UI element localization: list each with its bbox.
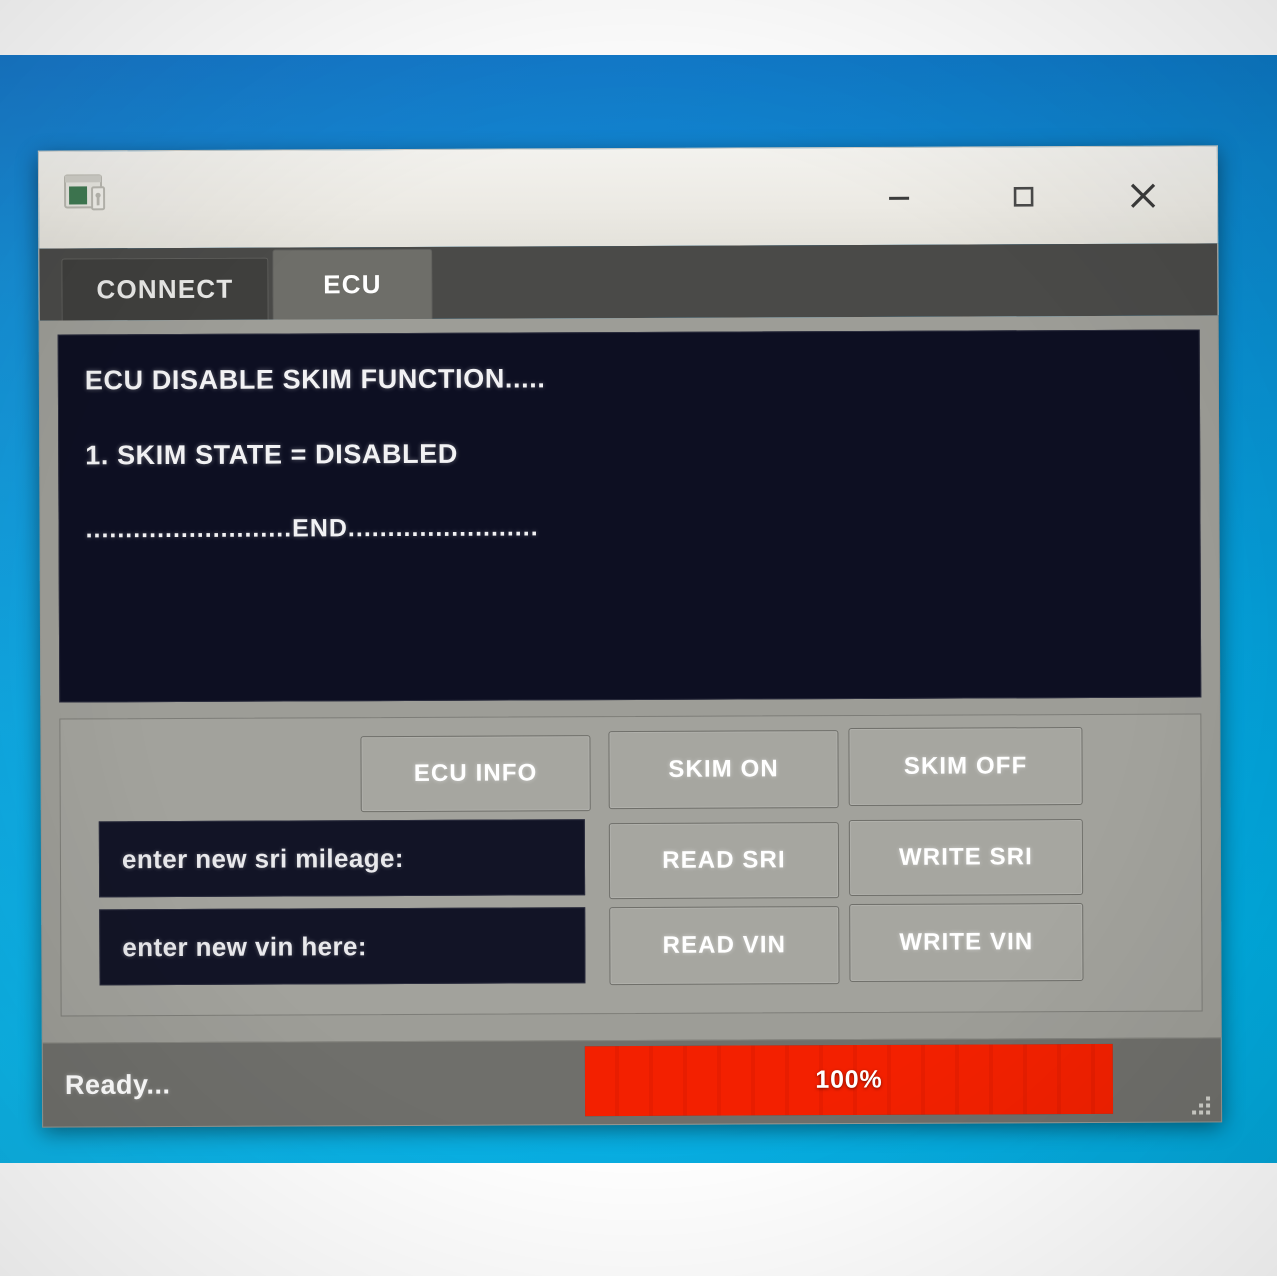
write-vin-button[interactable]: WRITE VIN: [849, 903, 1084, 983]
progress-bar-label: 100%: [815, 1065, 883, 1094]
write-vin-label: WRITE VIN: [899, 928, 1034, 956]
ecu-info-button[interactable]: ECU INFO: [360, 735, 591, 813]
maximize-icon: [1013, 186, 1034, 207]
sri-mileage-input[interactable]: enter new sri mileage:: [98, 819, 586, 898]
vin-input-value: enter new vin here:: [122, 930, 367, 962]
skim-off-button[interactable]: SKIM OFF: [848, 727, 1083, 807]
status-text: Ready...: [64, 1069, 171, 1100]
app-window-icon: [63, 173, 113, 215]
minimize-button[interactable]: [847, 148, 951, 245]
close-button[interactable]: [1091, 147, 1195, 244]
skim-on-label: SKIM ON: [668, 755, 779, 783]
tab-connect[interactable]: CONNECT: [61, 257, 269, 321]
screenshot-root: CONNECT ECU ECU DISABLE SKIM FUNCTION...…: [0, 0, 1277, 1276]
progress-bar: 100%: [584, 1043, 1114, 1117]
sri-mileage-input-value: enter new sri mileage:: [121, 842, 404, 874]
maximize-button[interactable]: [971, 147, 1075, 244]
ecu-info-label: ECU INFO: [413, 759, 538, 787]
window-titlebar[interactable]: [37, 145, 1219, 249]
console-line-title: ECU DISABLE SKIM FUNCTION.....: [84, 363, 546, 396]
status-bar: Ready... 100%: [42, 1037, 1222, 1127]
tab-ecu[interactable]: ECU: [272, 248, 433, 320]
read-vin-button[interactable]: READ VIN: [609, 906, 840, 986]
console-output: ECU DISABLE SKIM FUNCTION..... 1. SKIM S…: [57, 329, 1202, 703]
skim-off-label: SKIM OFF: [903, 752, 1028, 780]
control-panel-group: ECU INFO SKIM ON SKIM OFF READ SRI WRITE…: [59, 713, 1203, 1017]
resize-grip-icon[interactable]: [1187, 1093, 1213, 1115]
skim-on-button[interactable]: SKIM ON: [608, 730, 839, 810]
read-sri-label: READ SRI: [662, 846, 786, 874]
read-sri-button[interactable]: READ SRI: [608, 822, 840, 900]
window-body: ECU DISABLE SKIM FUNCTION..... 1. SKIM S…: [38, 315, 1223, 1128]
minimize-icon: [889, 196, 910, 200]
tab-strip: CONNECT ECU: [38, 243, 1219, 321]
tab-connect-label: CONNECT: [96, 273, 234, 305]
write-sri-label: WRITE SRI: [898, 843, 1033, 871]
console-line-end: ..........................END...........…: [85, 513, 539, 544]
read-vin-label: READ VIN: [662, 931, 787, 959]
application-window: CONNECT ECU ECU DISABLE SKIM FUNCTION...…: [37, 145, 1223, 1128]
vin-input[interactable]: enter new vin here:: [99, 907, 586, 986]
console-line-skim-state: 1. SKIM STATE = DISABLED: [85, 438, 458, 471]
tab-ecu-label: ECU: [323, 269, 382, 300]
write-sri-button[interactable]: WRITE SRI: [848, 819, 1084, 897]
close-icon: [1130, 183, 1156, 208]
